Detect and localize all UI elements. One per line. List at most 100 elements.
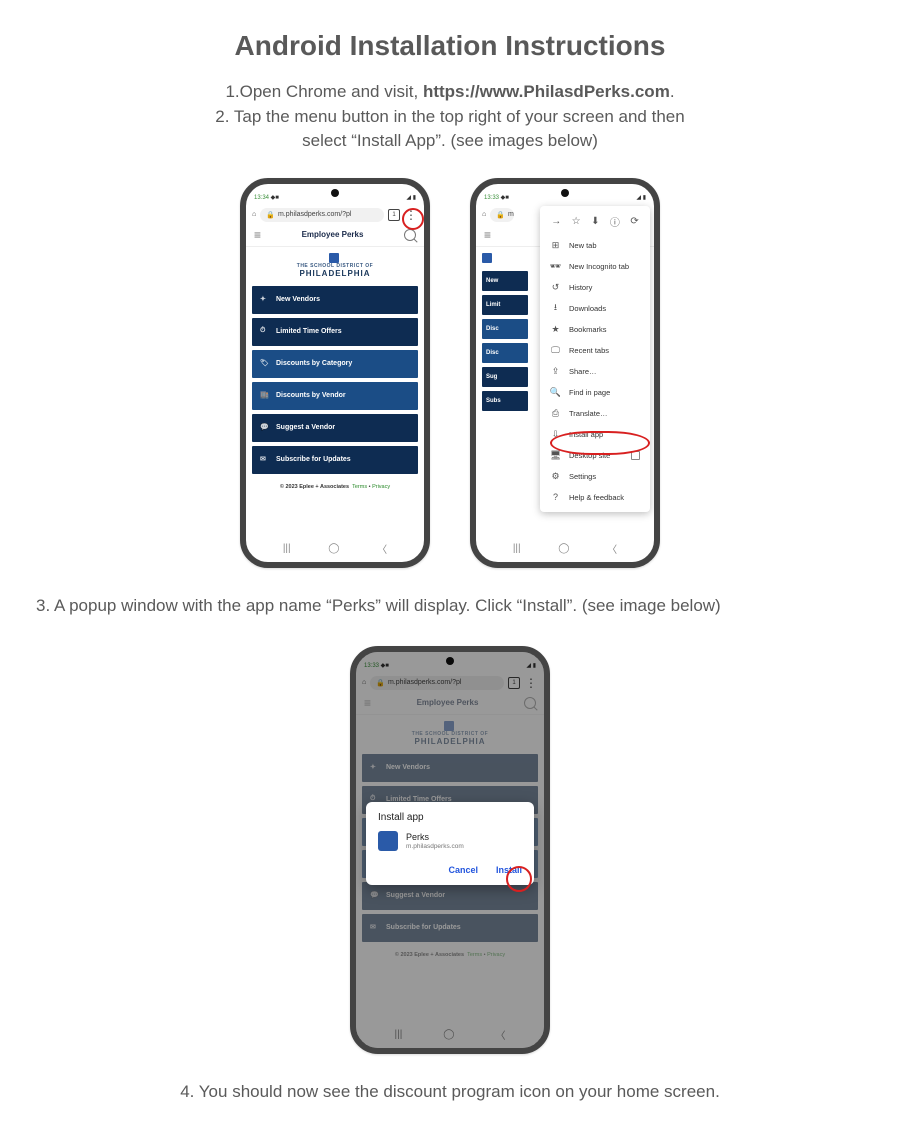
menu-find[interactable]: 🔍 Find in page [540, 382, 650, 403]
menu-new-tab[interactable]: ⊞New tab [540, 235, 650, 256]
dd-label: New tab [569, 241, 597, 250]
menu-item-bg: Disc [482, 319, 528, 339]
menu-item-label: Discounts by Vendor [276, 392, 346, 399]
dd-label: Downloads [569, 304, 606, 313]
menu-help[interactable]: ? Help & feedback [540, 487, 650, 508]
dialog-app-row: Perks m.philasdperks.com [378, 831, 522, 851]
dd-label: Install app [569, 430, 603, 439]
step-number: 3. [36, 596, 54, 615]
menu-translate[interactable]: ⎙ Translate… [540, 403, 650, 424]
footer-copyright: © 2023 Eplee + Associates [280, 484, 349, 490]
step2-line2: select “Install App”. (see images below) [30, 129, 870, 154]
info-icon[interactable]: ⓘ [610, 214, 620, 229]
nav-back-icon: 〈 [377, 541, 387, 556]
android-nav-bar: ||| ◯ 〈 [246, 539, 424, 558]
step2-line1: Tap the menu button in the top right of … [234, 107, 685, 126]
install-dialog: Install app Perks m.philasdperks.com Can… [366, 802, 534, 885]
status-time: 13:33 [484, 195, 499, 201]
menu-item-label: Subscribe for Updates [276, 456, 351, 463]
menu-item-bg: New [482, 271, 528, 291]
forward-icon[interactable]: → [551, 216, 561, 227]
menu-bookmarks[interactable]: ★Bookmarks [540, 319, 650, 340]
download-icon[interactable]: ⬇ [591, 216, 599, 227]
brand-block: THE SCHOOL DISTRICT OF PHILADELPHIA [246, 247, 424, 284]
menu-item-bg: Disc [482, 343, 528, 363]
site-title: Employee Perks [302, 230, 364, 239]
menu-item[interactable]: 🏷Discounts by Category [252, 350, 418, 378]
reload-icon[interactable]: ⟳ [630, 216, 638, 227]
dd-label: Share… [569, 367, 597, 376]
brand-badge-icon [482, 253, 492, 263]
phone-notch [331, 189, 339, 197]
brand-badge-icon [329, 253, 339, 263]
menu-recent-tabs[interactable]: 🖵 Recent tabs [540, 340, 650, 361]
step-3: 3. A popup window with the app name “Per… [30, 596, 870, 616]
home-icon: ⌂ [252, 211, 256, 218]
menu-item-label: Discounts by Category [276, 360, 352, 367]
chrome-overflow-menu: → ☆ ⬇ ⓘ ⟳ ⊞New tab 🕶New Incognito tab ↺H… [540, 206, 650, 512]
menu-incognito[interactable]: 🕶New Incognito tab [540, 256, 650, 277]
dd-label: Find in page [569, 388, 610, 397]
step-number: 2. [215, 107, 234, 126]
dd-label: Translate… [569, 409, 608, 418]
menu-install-app[interactable]: ⇩Install app [540, 424, 650, 445]
star-icon[interactable]: ☆ [572, 216, 581, 227]
nav-home-icon: ◯ [558, 543, 569, 554]
url-text-short: m [508, 211, 514, 218]
tab-count: 1 [388, 209, 400, 221]
dd-label: Recent tabs [569, 346, 609, 355]
step1-text-c: . [670, 82, 675, 101]
help-icon: ? [550, 492, 561, 503]
downloads-icon: ⭳ [550, 303, 561, 314]
menu-item[interactable]: ✦ New Vendors [252, 286, 418, 314]
cancel-button[interactable]: Cancel [448, 865, 478, 875]
dialog-title: Install app [378, 812, 522, 823]
step-number: 1. [225, 82, 239, 101]
dialog-app-sub: m.philasdperks.com [406, 843, 464, 850]
menu-item[interactable]: ✉Subscribe for Updates [252, 446, 418, 474]
url-text: m.philasdperks.com/?pl [278, 211, 352, 218]
chat-icon: 💬 [260, 423, 270, 433]
step-4: 4. You should now see the discount progr… [30, 1082, 870, 1102]
menu-downloads[interactable]: ⭳ Downloads [540, 298, 650, 319]
desktop-icon: 🖥 [550, 450, 561, 461]
phone-screenshot-2: 13:33 ◆■ ◢ ▮ ⌂ 🔒 m ≡ New Limit Disc Disc… [470, 178, 660, 568]
phone-screenshot-3: 13:33 ◆■ ◢ ▮ ⌂ 🔒 m.philasdperks.com/?pl … [350, 646, 550, 1054]
instructions-1-2: 1.Open Chrome and visit, https://www.Phi… [30, 80, 870, 154]
menu-item[interactable]: 🏬Discounts by Vendor [252, 382, 418, 410]
menu-share[interactable]: ⇪Share… [540, 361, 650, 382]
home-icon: ⌂ [482, 211, 486, 218]
site-header: ≡ Employee Perks [246, 224, 424, 247]
translate-icon: ⎙ [550, 408, 561, 419]
dd-label: Settings [569, 472, 596, 481]
menu-item-label: New Vendors [276, 296, 320, 303]
phone-notch [561, 189, 569, 197]
sparkle-icon: ✦ [260, 295, 270, 305]
menu-desktop-site[interactable]: 🖥Desktop site [540, 445, 650, 466]
recent-tabs-icon: 🖵 [550, 345, 561, 356]
lock-icon: 🔒 [496, 211, 505, 219]
menu-item-bg: Subs [482, 391, 528, 411]
clock-icon: ⏱ [260, 327, 270, 337]
find-icon: 🔍 [550, 387, 561, 398]
menu-settings[interactable]: ⚙Settings [540, 466, 650, 487]
step4-text: You should now see the discount program … [199, 1082, 720, 1101]
lock-icon: 🔒 [266, 211, 275, 219]
brand-big: PHILADELPHIA [299, 269, 370, 278]
site-footer: © 2023 Eplee + Associates Terms • Privac… [246, 480, 424, 494]
dd-label: Help & feedback [569, 493, 624, 502]
nav-home-icon: ◯ [328, 543, 339, 554]
dialog-app-name: Perks [406, 832, 464, 843]
dd-label: Bookmarks [569, 325, 607, 334]
more-menu-icon[interactable]: ⋮ [404, 208, 418, 222]
step1-text-a: Open Chrome and visit, [240, 82, 423, 101]
incognito-icon: 🕶 [550, 261, 561, 272]
footer-terms: Terms [352, 484, 367, 490]
nav-back-icon: 〈 [607, 541, 617, 556]
menu-item[interactable]: 💬Suggest a Vendor [252, 414, 418, 442]
menu-item[interactable]: ⏱Limited Time Offers [252, 318, 418, 346]
menu-history[interactable]: ↺History [540, 277, 650, 298]
checkbox-icon [631, 451, 640, 460]
menu-item-bg: Sug [482, 367, 528, 387]
install-button[interactable]: Install [496, 865, 522, 875]
